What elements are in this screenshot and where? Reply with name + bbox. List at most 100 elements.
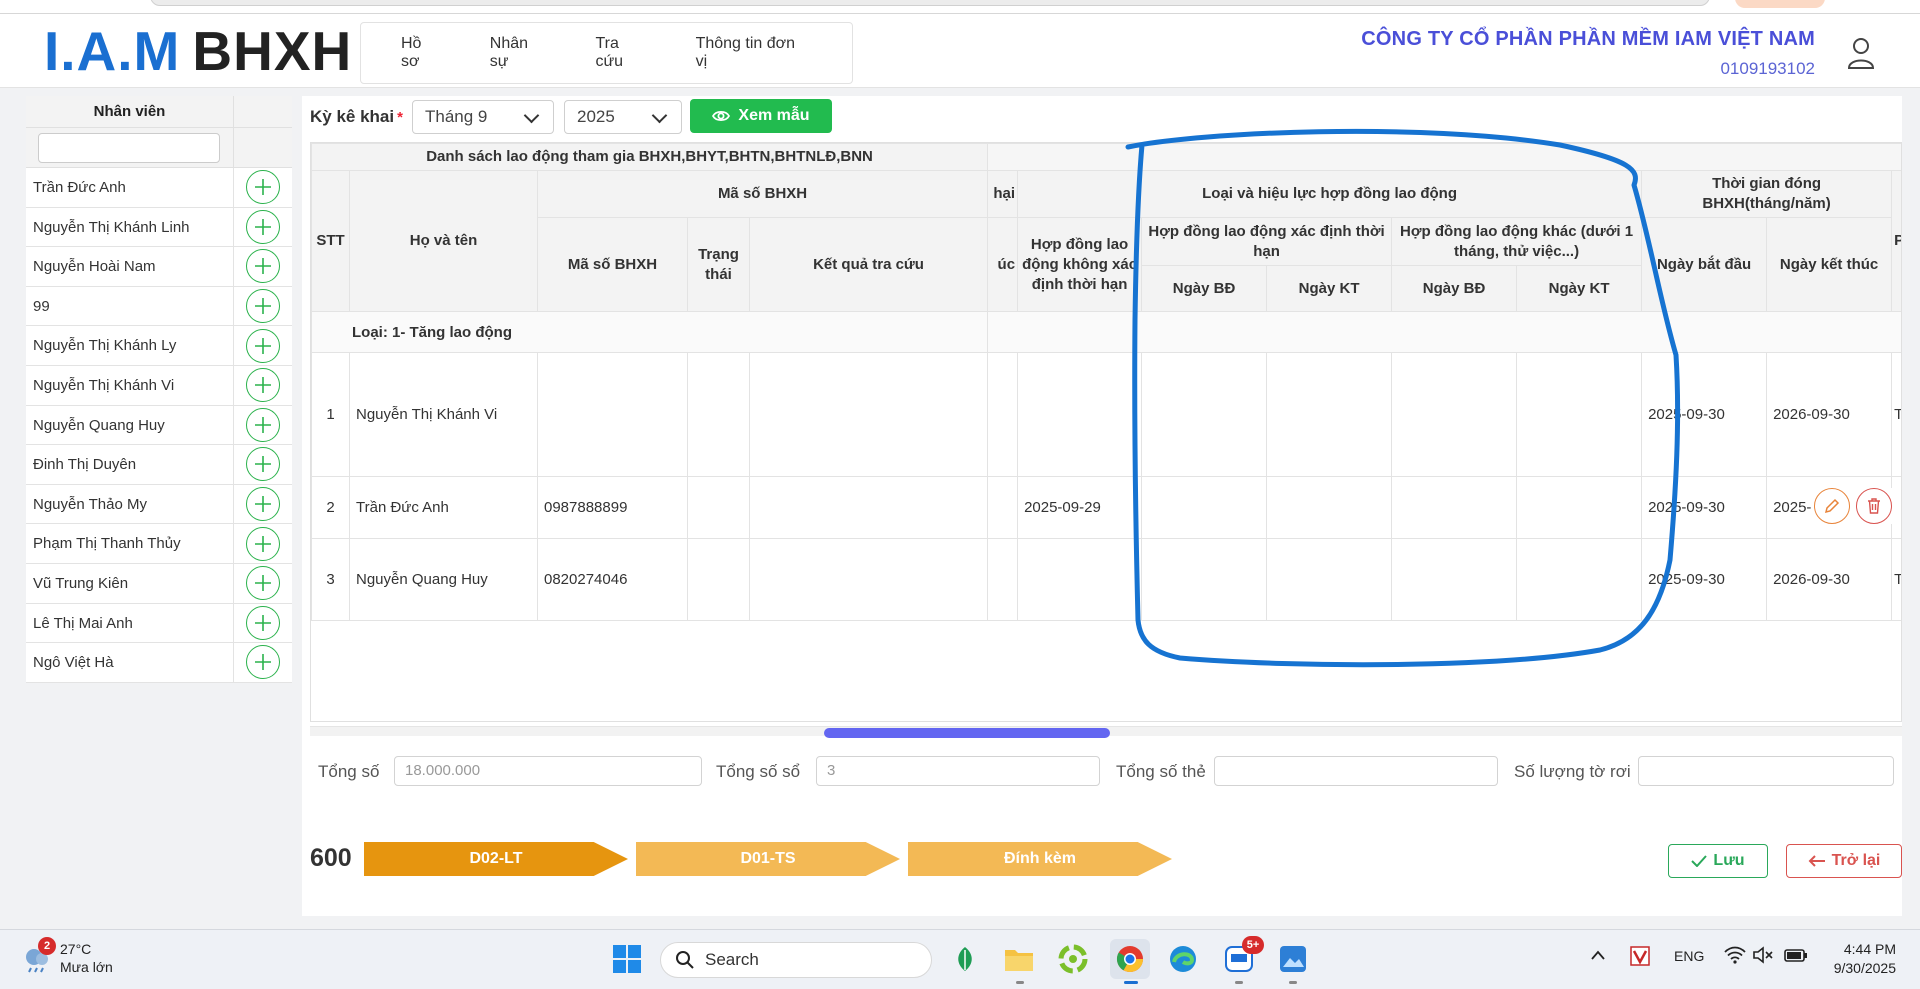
windows-start-icon[interactable]	[610, 942, 644, 976]
add-employee-button[interactable]	[246, 289, 280, 324]
employee-row[interactable]: Nguyễn Quang Huy	[26, 405, 292, 446]
chevron-up-icon[interactable]	[1590, 948, 1606, 964]
so-luong-input[interactable]	[1638, 756, 1894, 786]
nav-ho-so[interactable]: Hồ sơ	[401, 35, 442, 71]
table-scrollbar[interactable]	[310, 726, 1902, 738]
employee-row[interactable]: Trần Đức Anh	[26, 168, 292, 208]
add-employee-button[interactable]	[246, 170, 280, 205]
plus-icon	[255, 614, 271, 631]
tong-so-the-input[interactable]	[1214, 756, 1498, 786]
employee-name[interactable]: Lê Thị Mai Anh	[26, 603, 234, 643]
tong-so-so-label: Tổng số sổ	[716, 762, 801, 781]
edge-icon[interactable]	[1166, 942, 1200, 976]
employee-name[interactable]: Nguyễn Thị Khánh Vi	[26, 365, 234, 405]
step-d01-ts[interactable]: D01-TS	[636, 842, 900, 876]
step-d02-lt[interactable]: D02-LT	[364, 842, 628, 876]
add-employee-button[interactable]	[246, 605, 280, 640]
language-indicator[interactable]: ENG	[1674, 948, 1704, 964]
employee-row[interactable]: Nguyễn Thị Khánh Ly	[26, 326, 292, 366]
employee-row[interactable]: 99	[26, 286, 292, 327]
company-info: CÔNG TY CỔ PHẦN PHẦN MỀM IAM VIỆT NAM 01…	[1361, 28, 1815, 79]
plus-icon	[255, 179, 271, 196]
year-select[interactable]: 2025	[564, 100, 682, 134]
app-logo[interactable]: I.A.M BHXH	[44, 20, 352, 82]
employee-name[interactable]: Trần Đức Anh	[26, 168, 234, 207]
month-select[interactable]: Tháng 9	[412, 100, 554, 134]
employee-search-input[interactable]	[38, 133, 220, 163]
employee-row[interactable]: Phạm Thị Thanh Thủy	[26, 524, 292, 564]
employee-row[interactable]: Ngô Việt Hà	[26, 643, 292, 683]
employee-name[interactable]: Đinh Thị Duyên	[26, 445, 234, 484]
col-ket-qua: Kết quả tra cứu	[748, 217, 989, 312]
employee-name[interactable]: Nguyễn Thị Khánh Ly	[26, 326, 234, 365]
chevron-down-icon	[651, 107, 668, 124]
employee-row[interactable]: Nguyễn Thị Khánh Vi	[26, 365, 292, 406]
employee-row[interactable]: Lê Thị Mai Anh	[26, 603, 292, 644]
add-employee-button[interactable]	[246, 645, 280, 680]
file-explorer-icon[interactable]	[1002, 942, 1036, 984]
add-employee-button[interactable]	[246, 209, 280, 244]
wifi-icon[interactable]	[1724, 946, 1746, 967]
employee-name[interactable]: Nguyễn Hoài Nam	[26, 247, 234, 286]
user-icon[interactable]	[1846, 36, 1876, 70]
employee-name[interactable]: Nguyễn Thảo My	[26, 484, 234, 524]
add-employee-button[interactable]	[246, 328, 280, 363]
tong-so-input[interactable]: 18.000.000	[394, 756, 702, 786]
battery-icon[interactable]	[1784, 946, 1808, 967]
back-button[interactable]: Trở lại	[1786, 844, 1902, 878]
address-bar[interactable]	[150, 0, 1710, 6]
trash-icon	[1868, 498, 1880, 514]
employee-name[interactable]: Nguyễn Thị Khánh Linh	[26, 207, 234, 247]
add-employee-button[interactable]	[246, 407, 280, 442]
employee-row[interactable]: Nguyễn Thị Khánh Linh	[26, 207, 292, 248]
main-panel: Kỳ kê khai * Tháng 9 2025 Xem mẫu Danh s…	[302, 96, 1902, 916]
cell-start: 2025-09-30	[1641, 352, 1768, 477]
temperature: 27°C	[60, 941, 92, 957]
preview-button[interactable]: Xem mẫu	[690, 99, 832, 133]
add-employee-button[interactable]	[246, 526, 280, 561]
photos-icon[interactable]	[1276, 942, 1310, 984]
zalo-icon[interactable]: 5+	[1222, 936, 1264, 984]
browser-button[interactable]	[1735, 0, 1825, 8]
add-employee-button[interactable]	[246, 447, 280, 482]
add-employee-button[interactable]	[246, 487, 280, 522]
employee-row[interactable]: Nguyễn Hoài Nam	[26, 247, 292, 287]
cell-stt: 2	[311, 476, 350, 539]
employee-row[interactable]: Đinh Thị Duyên	[26, 445, 292, 485]
add-employee-button[interactable]	[246, 566, 280, 601]
nav-nhan-su[interactable]: Nhân sự	[490, 35, 548, 71]
add-employee-button[interactable]	[246, 249, 280, 284]
tong-so-so-input[interactable]: 3	[816, 756, 1100, 786]
col-cut-header: P	[1891, 170, 1901, 312]
weather-widget[interactable]: 2 27°C Mưa lớn	[22, 937, 113, 976]
add-employee-button[interactable]	[246, 368, 280, 403]
employee-row[interactable]: Nguyễn Thảo My	[26, 484, 292, 525]
nav-thong-tin-don-vi[interactable]: Thông tin đơn vị	[696, 35, 804, 71]
employee-name[interactable]: Nguyễn Quang Huy	[26, 405, 234, 445]
leaf-app-icon[interactable]	[948, 942, 982, 976]
employee-name[interactable]: Phạm Thị Thanh Thủy	[26, 524, 234, 563]
plus-icon	[255, 298, 271, 315]
delete-button[interactable]	[1856, 488, 1892, 524]
cell-name: Nguyễn Quang Huy	[349, 538, 538, 621]
edit-button[interactable]	[1814, 488, 1850, 524]
table-row[interactable]: 1 Nguyễn Thị Khánh Vi 2025-09-30 2026-09-30…	[311, 352, 1901, 477]
save-button[interactable]: Lưu	[1668, 844, 1768, 878]
step-dinh-kem[interactable]: Đính kèm	[908, 842, 1172, 876]
employee-panel-header: Nhân viên	[26, 96, 292, 128]
employee-name[interactable]: 99	[26, 286, 234, 326]
system-clock[interactable]: 4:44 PM 9/30/2025	[1834, 940, 1896, 978]
group-title: Danh sách lao động tham gia BHXH,BHYT,BH…	[311, 143, 989, 171]
green-app-icon[interactable]	[1056, 942, 1090, 976]
employee-name[interactable]: Vũ Trung Kiên	[26, 563, 234, 603]
scrollbar-thumb[interactable]	[824, 728, 1110, 738]
employee-row[interactable]: Vũ Trung Kiên	[26, 563, 292, 604]
nav-tra-cuu[interactable]: Tra cứu	[595, 35, 647, 71]
table-row[interactable]: 2 Trần Đức Anh 0987888899 2025-09-29 2025-09…	[311, 476, 1901, 539]
speaker-muted-icon[interactable]	[1752, 946, 1774, 967]
chrome-icon[interactable]	[1110, 939, 1150, 984]
vietkey-icon[interactable]	[1630, 946, 1650, 969]
table-row[interactable]: 3 Nguyễn Quang Huy 0820274046 2025-09-30 202…	[311, 538, 1901, 621]
taskbar-search[interactable]: Search	[660, 942, 932, 978]
employee-name[interactable]: Ngô Việt Hà	[26, 643, 234, 682]
